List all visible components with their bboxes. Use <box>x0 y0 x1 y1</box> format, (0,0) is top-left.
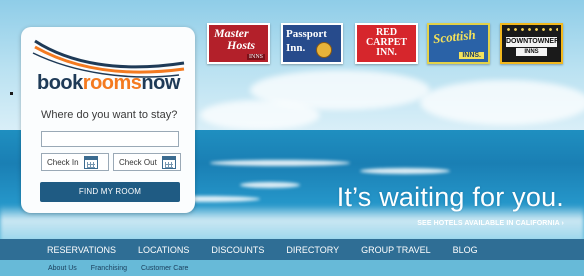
brand-scottish-inns[interactable]: Scottish INNS. <box>427 23 490 64</box>
nav-directory[interactable]: DIRECTORY <box>286 245 339 255</box>
check-in-label: Check In <box>47 157 79 167</box>
sub-nav: About Us Franchising Customer Care <box>0 260 584 276</box>
brand-name: Passport <box>286 28 327 40</box>
calendar-icon[interactable] <box>83 155 98 169</box>
wave <box>360 168 450 174</box>
logo-word-now: now <box>141 72 180 94</box>
subnav-customer-care[interactable]: Customer Care <box>141 265 188 272</box>
brand-name: Inn. <box>286 42 306 54</box>
brand-passport-inn[interactable]: Passport Inn. <box>281 23 343 64</box>
nav-group-travel[interactable]: GROUP TRAVEL <box>361 245 431 255</box>
brand-downtowner-inns[interactable]: DOWNTOWNER INNS <box>500 23 563 64</box>
subnav-about-us[interactable]: About Us <box>48 265 77 272</box>
brand-tag: INNS. <box>459 52 484 59</box>
nav-locations[interactable]: LOCATIONS <box>138 245 189 255</box>
brand-name: INN. <box>376 47 397 58</box>
booking-panel: bookroomsnow Where do you want to stay? … <box>21 27 195 213</box>
destination-input[interactable] <box>41 131 179 147</box>
brand-name: Scottish <box>432 26 477 47</box>
check-out-field[interactable]: Check Out <box>113 153 181 171</box>
nav-blog[interactable]: BLOG <box>453 245 478 255</box>
see-hotels-link[interactable]: SEE HOTELS AVAILABLE IN CALIFORNIA › <box>417 220 564 227</box>
wave <box>210 160 350 166</box>
main-nav: RESERVATIONS LOCATIONS DISCOUNTS DIRECTO… <box>0 239 584 260</box>
logo-word-book: book <box>37 72 83 94</box>
logo-word-rooms: rooms <box>82 72 142 94</box>
subnav-franchising[interactable]: Franchising <box>91 265 127 272</box>
calendar-icon[interactable] <box>161 155 176 169</box>
marquee-lights-icon <box>505 27 558 32</box>
find-my-room-button[interactable]: FIND MY ROOM <box>40 182 180 202</box>
eagle-seal-icon <box>316 42 332 58</box>
nav-discounts[interactable]: DISCOUNTS <box>211 245 264 255</box>
brand-red-carpet-inn[interactable]: RED CARPET INN. <box>355 23 418 64</box>
brand-name: Hosts <box>227 38 256 52</box>
nav-reservations[interactable]: RESERVATIONS <box>47 245 116 255</box>
site-logo[interactable]: bookroomsnow <box>37 72 180 95</box>
brand-tag: INNS <box>516 48 547 56</box>
hero-tagline: It’s waiting for you. <box>336 182 564 212</box>
brand-master-hosts-inns[interactable]: Master Hosts INNS <box>207 23 270 64</box>
check-in-field[interactable]: Check In <box>41 153 109 171</box>
brand-tag: INNS <box>246 54 265 60</box>
cloud <box>200 100 320 130</box>
page-edge-mark <box>10 92 13 95</box>
wave <box>240 182 300 188</box>
cloud <box>420 80 584 125</box>
check-out-label: Check Out <box>119 157 157 167</box>
search-prompt: Where do you want to stay? <box>41 109 178 121</box>
brand-name: DOWNTOWNER <box>506 37 560 47</box>
